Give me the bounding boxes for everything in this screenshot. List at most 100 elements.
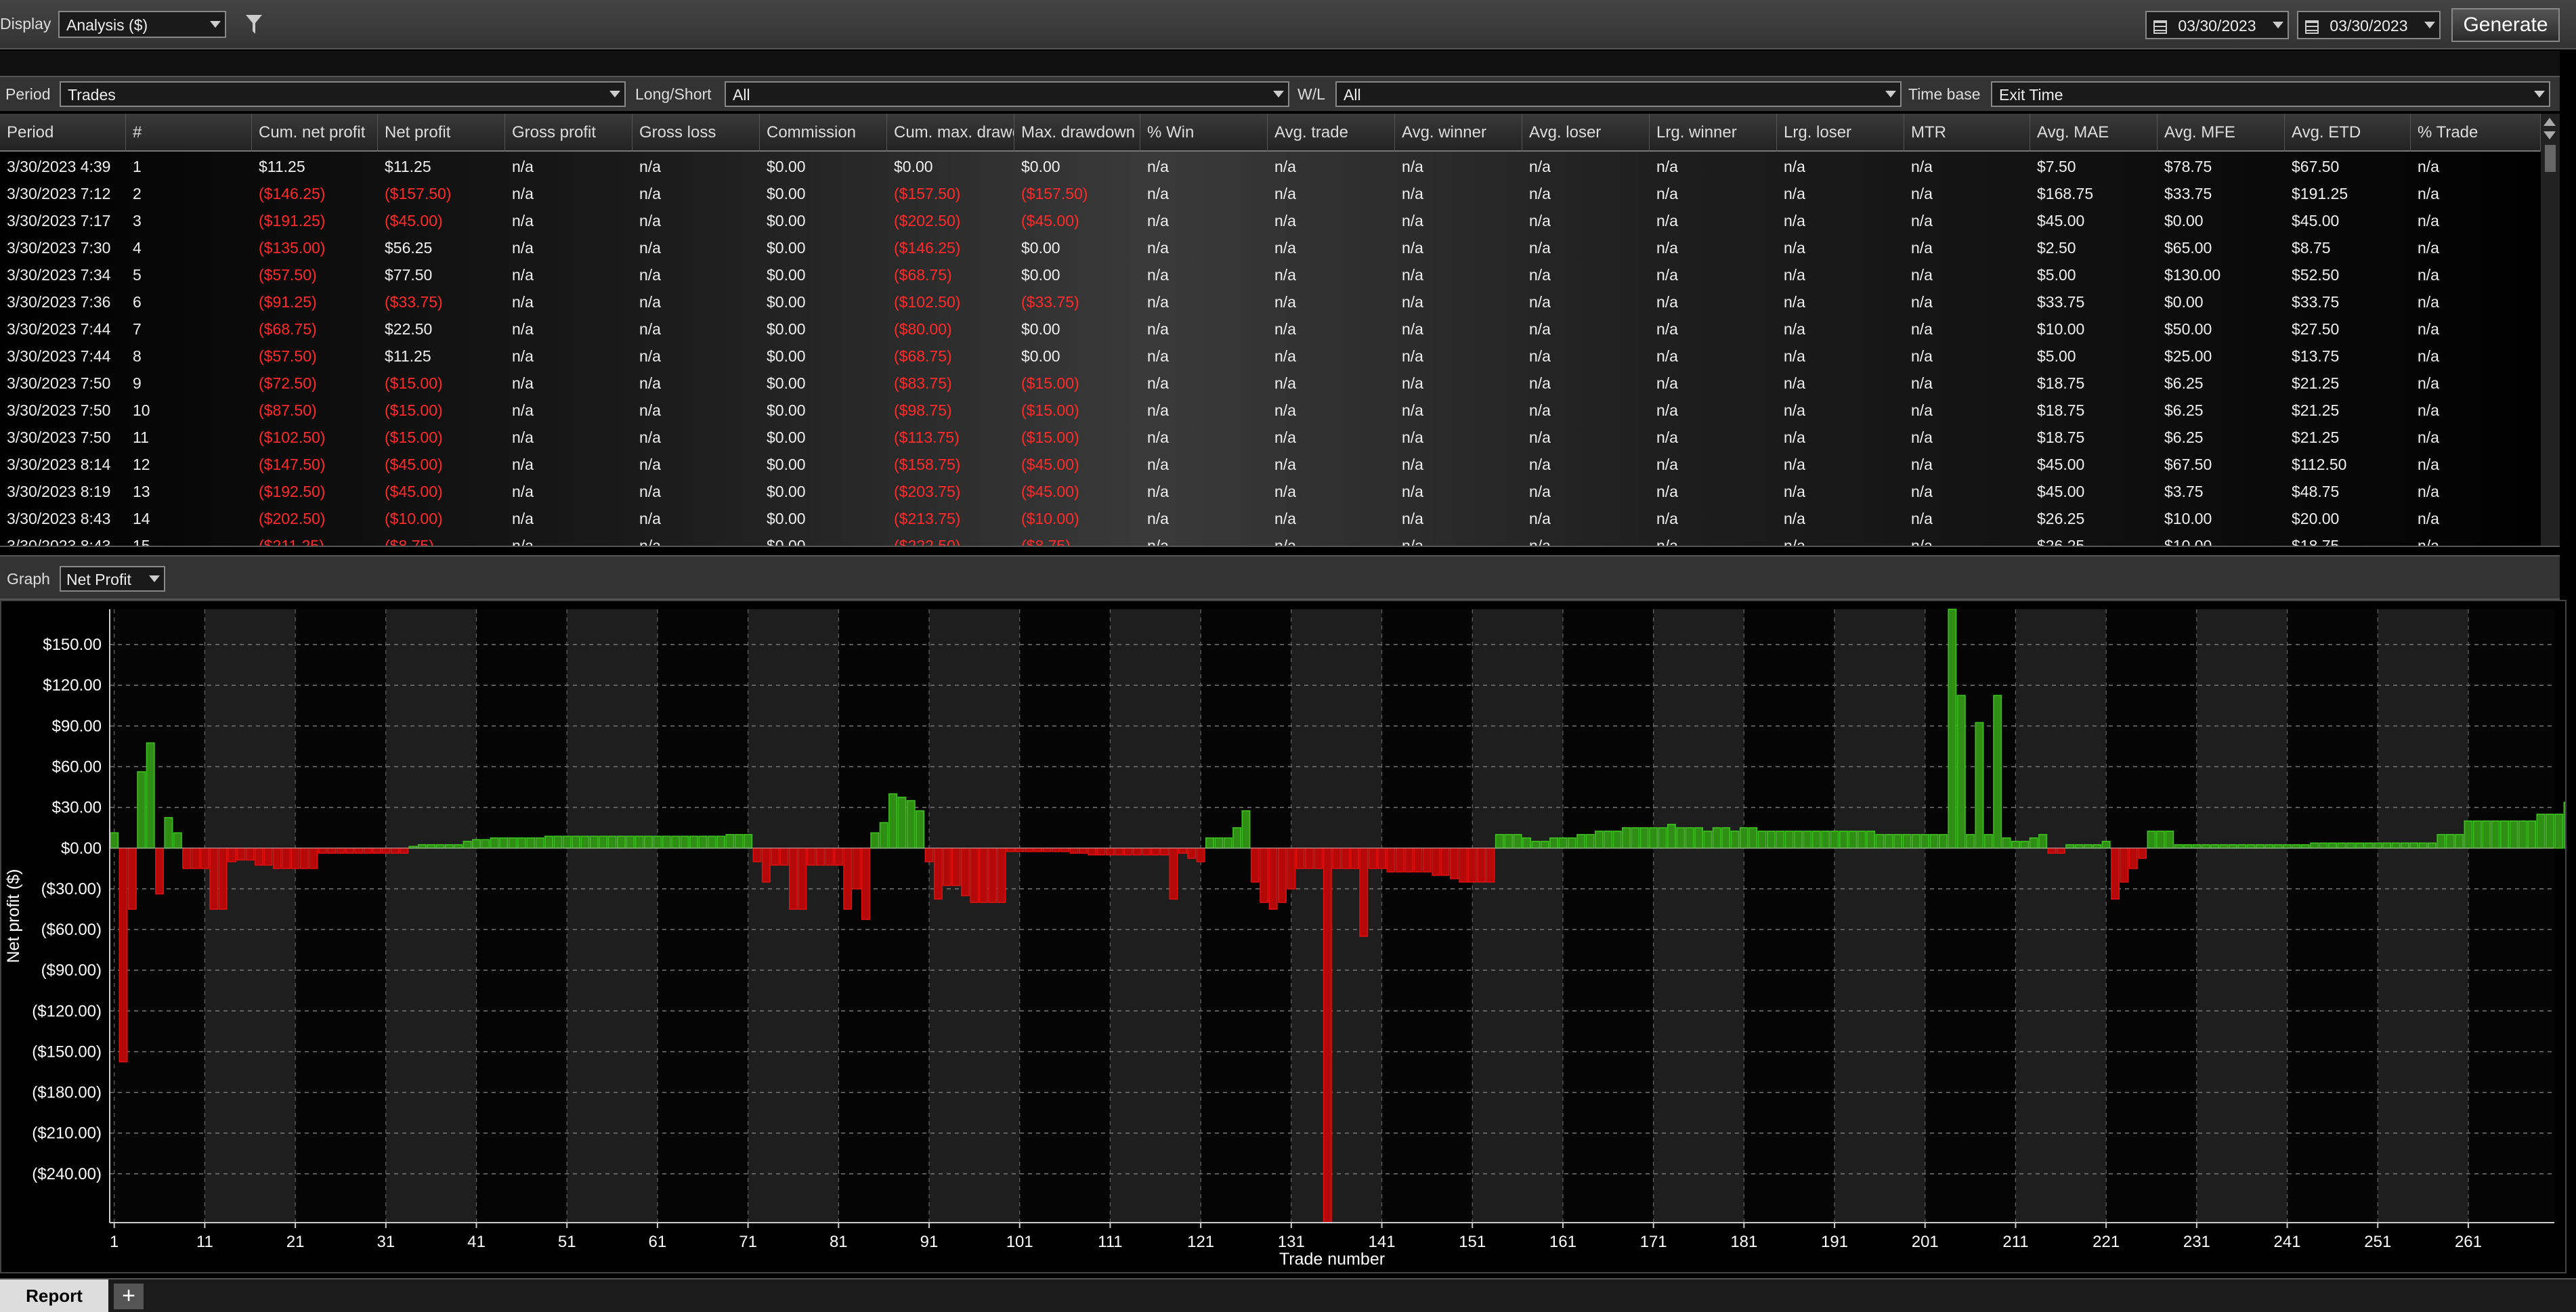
column-header[interactable]: MTR <box>1904 114 2030 152</box>
bar <box>943 847 952 886</box>
date-to-picker[interactable]: 03/30/2023 <box>2297 11 2441 39</box>
bar <box>146 742 155 849</box>
chart-svg: $150.00 $120.00 $90.00 $60.00 $30.00 $0.00 ($3… <box>4 609 2576 1269</box>
table-cell: n/a <box>1911 483 1933 500</box>
bar <box>1794 830 1803 849</box>
table-cell: n/a <box>639 158 661 175</box>
table-row[interactable]: 3/30/2023 7:30 4 ($135.00) $56.25 n/a n/a $0.0… <box>0 234 2541 261</box>
table-cell: ($191.25) <box>259 212 326 229</box>
filter-bar: Period Trades Long/Short All W/L All Tim… <box>0 76 2560 111</box>
band <box>929 609 1020 1223</box>
column-header[interactable]: Commission <box>760 114 887 152</box>
table-row[interactable]: 3/30/2023 8:43 14 ($202.50) ($10.00) n/a n/a $… <box>0 505 2541 532</box>
table-cell: $0.00 <box>1021 158 1060 175</box>
bar <box>1051 847 1060 852</box>
table-body: 3/30/2023 4:39 1 $11.25 $11.25 n/a n/a $0.00 $0… <box>0 153 2541 546</box>
longshort-select[interactable]: All <box>725 81 1289 107</box>
generate-button[interactable]: Generate <box>2451 8 2560 42</box>
column-header[interactable]: Period <box>0 114 126 152</box>
table-cell: $25.00 <box>2164 347 2212 365</box>
scroll-down-icon[interactable] <box>2543 131 2556 139</box>
table-row[interactable]: 3/30/2023 7:50 11 ($102.50) ($15.00) n/a n/a $… <box>0 424 2541 451</box>
table-row[interactable]: 3/30/2023 8:19 13 ($192.50) ($45.00) n/a n/a $… <box>0 478 2541 505</box>
period-select[interactable]: Trades <box>60 81 626 107</box>
filter-icon[interactable] <box>245 14 263 35</box>
table-row[interactable]: 3/30/2023 4:39 1 $11.25 $11.25 n/a n/a $0.00 $0… <box>0 153 2541 180</box>
table-row[interactable]: 3/30/2023 7:44 7 ($68.75) $22.50 n/a n/a $0.00… <box>0 315 2541 343</box>
table-cell: n/a <box>2418 510 2439 527</box>
column-header[interactable]: % Win <box>1140 114 1268 152</box>
table-row[interactable]: 3/30/2023 8:14 12 ($147.50) ($45.00) n/a n/a $… <box>0 451 2541 478</box>
table-cell: $11.25 <box>385 158 431 175</box>
scroll-thumb[interactable] <box>2545 145 2556 172</box>
table-row[interactable]: 3/30/2023 7:50 10 ($87.50) ($15.00) n/a n/a $0… <box>0 397 2541 424</box>
table-cell: n/a <box>1656 320 1678 338</box>
column-header[interactable]: Avg. winner <box>1395 114 1522 152</box>
table-cell: 3/30/2023 8:19 <box>7 483 111 500</box>
table-cell: $11.25 <box>385 347 431 365</box>
table-row[interactable]: 3/30/2023 7:44 8 ($57.50) $11.25 n/a n/a $0.00… <box>0 343 2541 370</box>
table-cell: $112.50 <box>2292 456 2347 473</box>
table-cell: $67.50 <box>2292 158 2340 175</box>
scroll-up-icon[interactable] <box>2543 118 2556 126</box>
bar <box>1042 847 1052 852</box>
table-cell: 9 <box>133 374 142 392</box>
y-tick-label: ($60.00) <box>41 921 102 939</box>
table-cell: $130.00 <box>2164 266 2221 284</box>
bar <box>127 847 137 910</box>
table-row[interactable]: 3/30/2023 8:43 15 ($211.25) ($8.75) n/a n/a $0… <box>0 532 2541 546</box>
timebase-select[interactable]: Exit Time <box>1991 81 2550 107</box>
y-tick-label: $30.00 <box>52 799 102 817</box>
table-cell: ($147.50) <box>259 456 326 473</box>
table-cell: n/a <box>1274 158 1296 175</box>
bar <box>110 832 119 849</box>
column-header[interactable]: Avg. MAE <box>2030 114 2158 152</box>
bar <box>291 847 300 869</box>
table-cell: n/a <box>639 185 661 202</box>
table-cell: n/a <box>1656 266 1678 284</box>
table-cell: n/a <box>2418 347 2439 365</box>
table-cell: n/a <box>1529 429 1551 446</box>
bar <box>1404 847 1414 873</box>
bar <box>834 847 843 866</box>
table-cell: $6.25 <box>2164 374 2204 392</box>
column-header[interactable]: Avg. MFE <box>2158 114 2285 152</box>
column-header[interactable]: Gross profit <box>505 114 632 152</box>
wl-select[interactable]: All <box>1335 81 1902 107</box>
bar <box>1395 847 1404 873</box>
table-cell: n/a <box>1784 483 1805 500</box>
bar <box>1658 827 1667 849</box>
bar <box>1622 827 1631 849</box>
table-row[interactable]: 3/30/2023 7:34 5 ($57.50) $77.50 n/a n/a $0.00… <box>0 261 2541 288</box>
column-header[interactable]: Cum. net profit <box>252 114 378 152</box>
bar <box>1830 830 1839 849</box>
column-header[interactable]: Max. drawdown <box>1014 114 1140 152</box>
add-tab-icon[interactable]: + <box>114 1284 144 1309</box>
column-header[interactable]: Gross loss <box>632 114 760 152</box>
date-from-picker[interactable]: 03/30/2023 <box>2145 11 2289 39</box>
table-cell: n/a <box>639 429 661 446</box>
graph-select[interactable]: Net Profit <box>60 566 165 592</box>
table-scrollbar[interactable] <box>2541 114 2560 546</box>
column-header[interactable]: % Trade <box>2411 114 2541 152</box>
bar <box>1277 847 1287 903</box>
display-select[interactable]: Analysis ($) <box>58 11 226 38</box>
column-header[interactable]: Avg. loser <box>1522 114 1650 152</box>
bar <box>671 835 681 849</box>
column-header[interactable]: Avg. trade <box>1268 114 1395 152</box>
tab-report[interactable]: Report <box>0 1280 108 1312</box>
table-row[interactable]: 3/30/2023 7:12 2 ($146.25) ($157.50) n/a n/a $… <box>0 180 2541 207</box>
table-row[interactable]: 3/30/2023 7:50 9 ($72.50) ($15.00) n/a n/a $0.… <box>0 370 2541 397</box>
column-header[interactable]: Cum. max. drawdown <box>887 114 1014 152</box>
column-header[interactable]: Lrg. loser <box>1777 114 1904 152</box>
table-cell: n/a <box>2418 185 2439 202</box>
table-row[interactable]: 3/30/2023 7:36 6 ($91.25) ($33.75) n/a n/a $0.… <box>0 288 2541 315</box>
table-cell: ($192.50) <box>259 483 326 500</box>
table-row[interactable]: 3/30/2023 7:17 3 ($191.25) ($45.00) n/a n/a $0… <box>0 207 2541 234</box>
column-header[interactable]: Net profit <box>378 114 505 152</box>
column-header[interactable]: # <box>126 114 252 152</box>
table-cell: n/a <box>1784 429 1805 446</box>
column-header[interactable]: Avg. ETD <box>2285 114 2411 152</box>
column-header[interactable]: Lrg. winner <box>1650 114 1777 152</box>
bar <box>1929 833 1939 849</box>
